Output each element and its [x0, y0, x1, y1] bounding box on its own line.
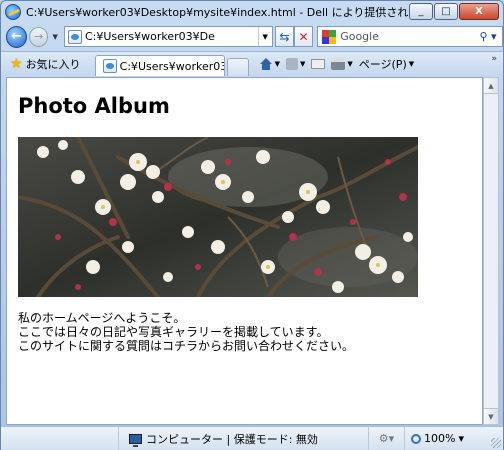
home-button[interactable]: ▼ [259, 57, 280, 71]
page-content: Photo Album 私のホームページへようこそ。 ここでは日々の日記や写真ギ… [6, 77, 483, 425]
search-input[interactable]: Google [340, 30, 474, 43]
refresh-icon: ⇆ [279, 29, 290, 44]
addon-status[interactable]: ⚙▾ [369, 427, 405, 450]
window-controls: _ □ X [409, 3, 499, 20]
minimize-button[interactable]: _ [409, 3, 433, 20]
search-button[interactable]: ⚲ ▾ [474, 30, 502, 43]
intro-text: 私のホームページへようこそ。 ここでは日々の日記や写真ギャラリーを掲載しています… [18, 311, 354, 353]
recent-pages-dropdown[interactable]: ▼ [50, 33, 60, 41]
window-title: C:¥Users¥worker03¥Desktop¥mysite¥index.h… [26, 6, 426, 19]
page-icon [67, 29, 82, 44]
page-menu-button[interactable]: ページ(P) ▼ [359, 56, 414, 72]
zone-label: コンピューター | 保護モード: 無効 [146, 432, 318, 446]
favorites-button[interactable]: ★ お気に入り [6, 53, 85, 75]
google-icon [322, 29, 337, 44]
zoom-icon [411, 433, 421, 444]
address-bar[interactable]: C:¥Users¥worker03¥De ▼ [63, 26, 273, 47]
browser-window: C:¥Users¥worker03¥Desktop¥mysite¥index.h… [0, 0, 504, 450]
zoom-level: 100% [424, 432, 456, 445]
search-box[interactable]: Google ⚲ ▾ [317, 26, 504, 47]
maximize-button[interactable]: □ [434, 3, 458, 20]
scroll-up-button[interactable]: ▲ [484, 78, 498, 94]
page-menu-label: ページ(P) [358, 58, 407, 71]
feed-icon [285, 58, 298, 70]
intro-line: ここでは日々の日記や写真ギャラリーを掲載しています。 [18, 325, 329, 339]
mail-button[interactable] [311, 59, 326, 69]
new-tab-button[interactable] [226, 58, 249, 76]
command-bar: ▼ ▼ ▼ ページ(P) ▼ [259, 53, 414, 75]
resize-grip-icon[interactable] [491, 438, 501, 448]
print-button[interactable]: ▼ [331, 58, 353, 70]
address-dropdown-button[interactable]: ▼ [257, 27, 272, 46]
computer-icon [129, 433, 142, 447]
status-bar: コンピューター | 保護モード: 無効 ⚙▾ 100% ▾ [1, 426, 503, 450]
more-commands-chevron-icon[interactable]: » [491, 54, 497, 64]
favorites-label: お気に入り [25, 58, 81, 71]
tab-label: C:¥Users¥worker03¥... [119, 59, 224, 73]
tab-page-icon [102, 59, 117, 73]
tab-bar: ★ お気に入り C:¥Users¥worker03¥... ▼ ▼ ▼ ページ(… [1, 51, 503, 76]
print-icon [331, 58, 346, 70]
blossom-illustration [18, 137, 418, 297]
star-icon: ★ [10, 56, 23, 72]
tab-current[interactable]: C:¥Users¥worker03¥... [94, 55, 225, 76]
search-icon: ⚲ ▾ [479, 30, 497, 43]
scroll-down-button[interactable]: ▼ [484, 408, 498, 424]
security-zone[interactable]: コンピューター | 保護モード: 無効 [119, 427, 369, 450]
stop-icon: ✕ [298, 29, 309, 44]
plum-blossom-photo [18, 137, 418, 297]
address-input[interactable]: C:¥Users¥worker03¥De [85, 30, 258, 43]
back-arrow-icon: ← [11, 29, 23, 44]
forward-arrow-icon: → [34, 30, 44, 43]
refresh-button[interactable]: ⇆ [274, 26, 294, 47]
forward-button[interactable]: → [29, 26, 49, 47]
mail-icon [311, 59, 326, 69]
address-row: ← → ▼ C:¥Users¥worker03¥De ▼ ⇆ ✕ Google … [1, 23, 504, 50]
title-bar[interactable]: C:¥Users¥worker03¥Desktop¥mysite¥index.h… [1, 1, 503, 23]
vertical-scrollbar[interactable]: ▲ ▼ [483, 77, 499, 425]
zoom-control[interactable]: 100% ▾ [405, 432, 464, 445]
feeds-button[interactable]: ▼ [285, 58, 305, 70]
stop-button[interactable]: ✕ [293, 26, 314, 47]
settings-gear-icon: ⚙▾ [378, 432, 395, 445]
home-icon [259, 57, 273, 71]
intro-line: このサイトに関する質問はコチラからお問い合わせください。 [18, 339, 355, 353]
zoom-dropdown-icon: ▾ [458, 432, 464, 445]
intro-line: 私のホームページへようこそ。 [18, 311, 186, 325]
page-title: Photo Album [18, 94, 170, 118]
close-button[interactable]: X [459, 3, 499, 20]
back-button[interactable]: ← [6, 25, 28, 48]
internet-explorer-icon [5, 4, 21, 20]
status-text-area [1, 427, 119, 450]
